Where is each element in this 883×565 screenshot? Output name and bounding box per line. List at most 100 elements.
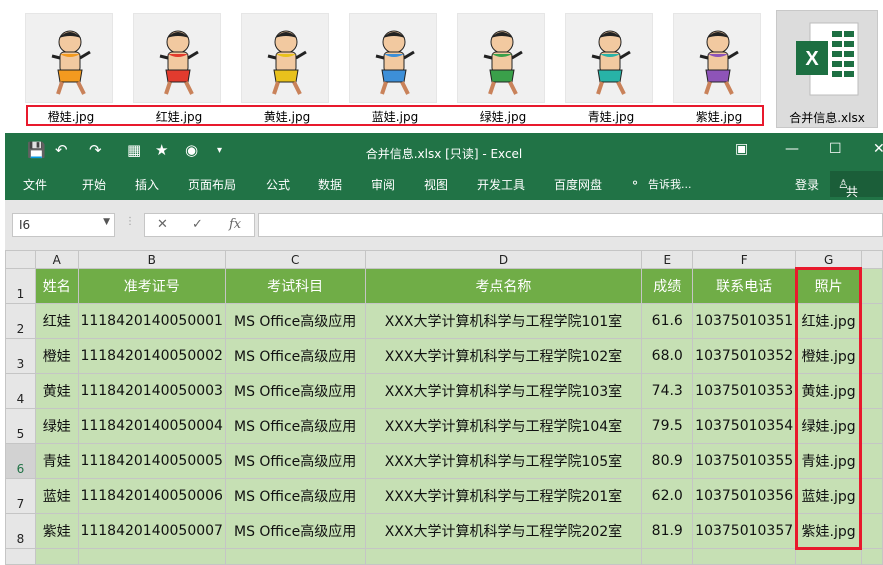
image-thumbnail[interactable] xyxy=(673,13,761,103)
data-cell[interactable]: 80.9 xyxy=(641,443,694,479)
tab-file[interactable]: 文件 xyxy=(23,176,47,193)
image-thumbnail[interactable] xyxy=(241,13,329,103)
data-cell[interactable]: MS Office高级应用 xyxy=(224,478,366,514)
data-cell[interactable]: MS Office高级应用 xyxy=(224,513,366,549)
row-header[interactable]: 7 xyxy=(5,478,36,514)
header-cell[interactable]: 考试科目 xyxy=(224,268,366,304)
ribbon-display-icon[interactable]: ▣ xyxy=(735,141,748,157)
data-cell[interactable]: 10375010356 xyxy=(692,478,797,514)
share-button[interactable]: ♙ 共享 xyxy=(830,171,883,216)
empty-cell[interactable] xyxy=(861,303,883,339)
xlsx-filename[interactable]: 合并信息.xlsx xyxy=(777,109,877,126)
data-cell[interactable]: 61.6 xyxy=(641,303,694,339)
data-cell[interactable]: 黄娃 xyxy=(34,373,79,409)
data-cell[interactable]: 10375010357 xyxy=(692,513,797,549)
row-header[interactable]: 6 xyxy=(5,443,36,479)
column-header-e[interactable]: E xyxy=(641,250,694,269)
name-box[interactable]: I6 ▼ xyxy=(12,213,115,237)
data-cell[interactable]: 1118420140050004 xyxy=(77,408,226,444)
empty-cell[interactable] xyxy=(795,548,863,565)
tab-formulas[interactable]: 公式 xyxy=(266,176,290,193)
column-header-b[interactable]: B xyxy=(77,250,226,269)
data-cell[interactable]: 红娃.jpg xyxy=(795,303,863,339)
data-cell[interactable]: XXX大学计算机科学与工程学院103室 xyxy=(364,373,643,409)
empty-cell[interactable] xyxy=(224,548,366,565)
image-thumbnail[interactable] xyxy=(349,13,437,103)
tell-me-search[interactable]: 告诉我... xyxy=(648,176,692,192)
data-cell[interactable]: 橙娃.jpg xyxy=(795,338,863,374)
data-cell[interactable]: 62.0 xyxy=(641,478,694,514)
row-header[interactable]: 1 xyxy=(5,268,36,304)
data-cell[interactable]: 1118420140050002 xyxy=(77,338,226,374)
data-cell[interactable]: XXX大学计算机科学与工程学院102室 xyxy=(364,338,643,374)
data-cell[interactable]: 蓝娃.jpg xyxy=(795,478,863,514)
minimize-button[interactable]: — xyxy=(785,141,799,157)
data-cell[interactable]: MS Office高级应用 xyxy=(224,303,366,339)
data-cell[interactable]: XXX大学计算机科学与工程学院101室 xyxy=(364,303,643,339)
empty-cell[interactable] xyxy=(861,478,883,514)
data-cell[interactable]: 1118420140050005 xyxy=(77,443,226,479)
header-cell[interactable]: 准考证号 xyxy=(77,268,226,304)
tab-insert[interactable]: 插入 xyxy=(135,176,159,193)
xlsx-file-tile[interactable]: X 合并信息.xlsx xyxy=(776,10,878,128)
data-cell[interactable]: XXX大学计算机科学与工程学院201室 xyxy=(364,478,643,514)
row-header[interactable] xyxy=(5,548,36,565)
empty-cell[interactable] xyxy=(861,373,883,409)
image-thumbnail[interactable] xyxy=(565,13,653,103)
row-header[interactable]: 5 xyxy=(5,408,36,444)
data-cell[interactable]: 青娃 xyxy=(34,443,79,479)
select-all-corner[interactable] xyxy=(5,250,36,269)
tab-baidu-netdisk[interactable]: 百度网盘 xyxy=(554,176,602,193)
tab-developer[interactable]: 开发工具 xyxy=(477,176,525,193)
data-cell[interactable]: 79.5 xyxy=(641,408,694,444)
empty-cell[interactable] xyxy=(861,548,883,565)
column-header-f[interactable]: F xyxy=(692,250,797,269)
data-cell[interactable]: 1118420140050007 xyxy=(77,513,226,549)
image-thumbnail[interactable] xyxy=(25,13,113,103)
data-cell[interactable]: 绿娃.jpg xyxy=(795,408,863,444)
data-cell[interactable]: 黄娃.jpg xyxy=(795,373,863,409)
empty-cell[interactable] xyxy=(861,513,883,549)
data-cell[interactable]: 10375010353 xyxy=(692,373,797,409)
chevron-down-icon[interactable]: ▼ xyxy=(103,217,110,227)
data-cell[interactable]: MS Office高级应用 xyxy=(224,338,366,374)
empty-cell[interactable] xyxy=(34,548,79,565)
resize-handle-icon[interactable]: ⋮ xyxy=(125,216,135,227)
data-cell[interactable]: 青娃.jpg xyxy=(795,443,863,479)
empty-cell[interactable] xyxy=(77,548,226,565)
data-cell[interactable]: XXX大学计算机科学与工程学院105室 xyxy=(364,443,643,479)
data-cell[interactable]: 蓝娃 xyxy=(34,478,79,514)
row-header[interactable]: 4 xyxy=(5,373,36,409)
data-cell[interactable]: 绿娃 xyxy=(34,408,79,444)
data-cell[interactable]: 10375010352 xyxy=(692,338,797,374)
column-header-c[interactable]: C xyxy=(224,250,366,269)
empty-cell[interactable] xyxy=(861,408,883,444)
data-cell[interactable]: 68.0 xyxy=(641,338,694,374)
data-cell[interactable]: XXX大学计算机科学与工程学院202室 xyxy=(364,513,643,549)
data-cell[interactable]: 红娃 xyxy=(34,303,79,339)
data-cell[interactable]: 10375010354 xyxy=(692,408,797,444)
tab-view[interactable]: 视图 xyxy=(424,176,448,193)
header-cell[interactable]: 照片 xyxy=(795,268,863,304)
empty-cell[interactable] xyxy=(692,548,797,565)
data-cell[interactable]: 1118420140050006 xyxy=(77,478,226,514)
empty-cell[interactable] xyxy=(861,443,883,479)
column-header-d[interactable]: D xyxy=(364,250,643,269)
row-header[interactable]: 2 xyxy=(5,303,36,339)
formula-input[interactable] xyxy=(258,213,883,237)
data-cell[interactable]: 10375010351 xyxy=(692,303,797,339)
data-cell[interactable]: 81.9 xyxy=(641,513,694,549)
empty-cell[interactable] xyxy=(364,548,643,565)
empty-cell[interactable] xyxy=(641,548,694,565)
image-thumbnail[interactable] xyxy=(457,13,545,103)
row-header[interactable]: 3 xyxy=(5,338,36,374)
maximize-button[interactable]: ☐ xyxy=(829,141,842,157)
empty-cell[interactable] xyxy=(861,338,883,374)
empty-cell[interactable] xyxy=(861,268,883,304)
data-cell[interactable]: 10375010355 xyxy=(692,443,797,479)
data-cell[interactable]: 74.3 xyxy=(641,373,694,409)
data-cell[interactable]: MS Office高级应用 xyxy=(224,373,366,409)
header-cell[interactable]: 考点名称 xyxy=(364,268,643,304)
data-cell[interactable]: MS Office高级应用 xyxy=(224,443,366,479)
close-button[interactable]: ✕ xyxy=(873,141,883,157)
